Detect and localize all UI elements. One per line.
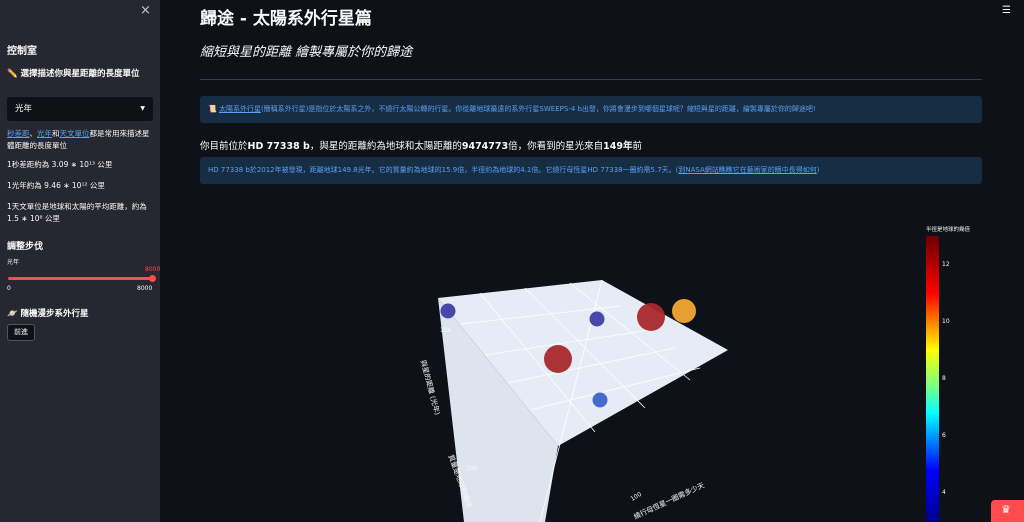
scatter-point[interactable] bbox=[637, 303, 665, 331]
light-year-link[interactable]: 光年 bbox=[37, 129, 52, 138]
parsec-conversion: 1秒差距約為 3.09 ∗ 10¹³ 公里 bbox=[7, 160, 113, 169]
distance-ratio: 9474773 bbox=[461, 141, 509, 152]
intro-info-box: 📜 太陽系外行星(簡稱系外行星)是指位於太陽系之外，不繞行太陽公轉的行星。你從離… bbox=[200, 96, 982, 123]
scatter-3d-plot[interactable]: 10k 與星的距離 (光年) 100 質量是地球的幾倍 100 繞行母恆星一圈需… bbox=[400, 220, 920, 522]
chevron-down-icon: ▼ bbox=[140, 105, 145, 112]
page-subtitle: 縮短與星的距離 繪製專屬於你的歸途 bbox=[200, 45, 413, 60]
crown-icon: ♛ bbox=[1001, 503, 1011, 516]
colorbar-tick-label: 12 bbox=[942, 260, 950, 268]
step-heading: 調整步伐 bbox=[7, 242, 44, 252]
parsec-link[interactable]: 秒差距 bbox=[7, 129, 30, 138]
step-slider-track[interactable] bbox=[8, 277, 153, 280]
exoplanet-link[interactable]: 太陽系外行星 bbox=[219, 105, 261, 113]
colorbar-title: 半徑是地球的幾倍 bbox=[926, 227, 971, 233]
colorbar-tick-label: 4 bbox=[942, 489, 946, 497]
divider bbox=[200, 79, 982, 80]
intro-text: (簡稱系外行星)是指位於太陽系之外，不繞行太陽公轉的行星。你從離地球最遠的系外行… bbox=[260, 105, 816, 113]
walk-heading: 🪐 隨機漫步系外行星 bbox=[7, 309, 89, 319]
position-suffix: 前 bbox=[632, 141, 642, 152]
forward-button[interactable]: 前進 bbox=[7, 324, 35, 341]
z-axis-label: 繞行母恆星一圈需多少天 bbox=[632, 480, 706, 521]
scatter-point[interactable] bbox=[589, 311, 605, 327]
step-slider-handle[interactable] bbox=[149, 275, 156, 282]
separator-text: 和 bbox=[52, 129, 60, 138]
colorbar-tick-label: 6 bbox=[942, 432, 946, 440]
scatter-point[interactable] bbox=[672, 299, 696, 323]
unit-description: 秒差距、光年和天文單位都是常用來描述星體距離的長度單位 bbox=[7, 128, 155, 152]
au-link[interactable]: 天文單位 bbox=[60, 129, 90, 138]
x-tick-label: 100 bbox=[466, 465, 478, 472]
current-position-text: 你目前位於HD 77338 b，與星的距離約為地球和太陽距離的9474773倍，… bbox=[200, 138, 642, 152]
y-axis-label: 與星的距離 (光年) bbox=[419, 359, 442, 416]
colorbar bbox=[926, 236, 939, 522]
light-years-ago: 149年 bbox=[603, 141, 633, 152]
planet-info-text: HD 77338 b於2012年被發現，距離地球149.8光年。它的質量約為地球… bbox=[208, 166, 679, 174]
close-sidebar-button[interactable]: × bbox=[140, 3, 151, 18]
current-planet-name: HD 77338 b bbox=[247, 141, 310, 152]
unit-heading: ✏️ 選擇描述你與星距離的長度單位 bbox=[7, 69, 140, 79]
sidebar-title: 控制室 bbox=[7, 46, 37, 57]
sidebar: × 控制室 ✏️ 選擇描述你與星距離的長度單位 光年 ▼ 秒差距、光年和天文單位… bbox=[0, 0, 160, 522]
au-conversion: 1天文單位是地球和太陽的平均距離，約為 1.5 ∗ 10⁸ 公里 bbox=[7, 202, 147, 223]
slider-max: 8000 bbox=[137, 285, 153, 292]
light-year-conversion: 1光年約為 9.46 ∗ 10¹² 公里 bbox=[7, 181, 105, 190]
slider-min: 0 bbox=[7, 285, 11, 292]
unit-select-value: 光年 bbox=[15, 104, 33, 114]
slider-value: 8000 bbox=[145, 266, 161, 273]
nasa-link[interactable]: 到NASA網站瞧瞧它在藝術家的眼中長得如何 bbox=[678, 166, 816, 174]
position-middle-text: ，與星的距離約為地球和太陽距離的 bbox=[309, 141, 462, 152]
colorbar-tick-label: 10 bbox=[942, 317, 950, 325]
scatter-point[interactable] bbox=[592, 392, 608, 408]
z-tick-label: 100 bbox=[630, 491, 644, 503]
y-tick-label: 10k bbox=[440, 327, 452, 334]
scatter-point[interactable] bbox=[544, 345, 572, 373]
planet-info-close: ) bbox=[816, 166, 820, 174]
separator-text: 、 bbox=[29, 129, 38, 138]
slider-label: 光年 bbox=[7, 259, 20, 266]
scroll-icon: 📜 bbox=[208, 105, 217, 113]
unit-select[interactable]: 光年 ▼ bbox=[7, 97, 153, 121]
position-prefix: 你目前位於 bbox=[200, 141, 248, 152]
position-middle-text-2: 倍，你看到的星光來自 bbox=[508, 141, 604, 152]
scatter-point[interactable] bbox=[440, 303, 456, 319]
page-title: 歸途 - 太陽系外行星篇 bbox=[200, 9, 372, 29]
hamburger-menu-icon[interactable]: ☰ bbox=[1002, 5, 1011, 16]
planet-info-box: HD 77338 b於2012年被發現，距離地球149.8光年。它的質量約為地球… bbox=[200, 157, 982, 184]
colorbar-tick-label: 8 bbox=[942, 375, 946, 382]
